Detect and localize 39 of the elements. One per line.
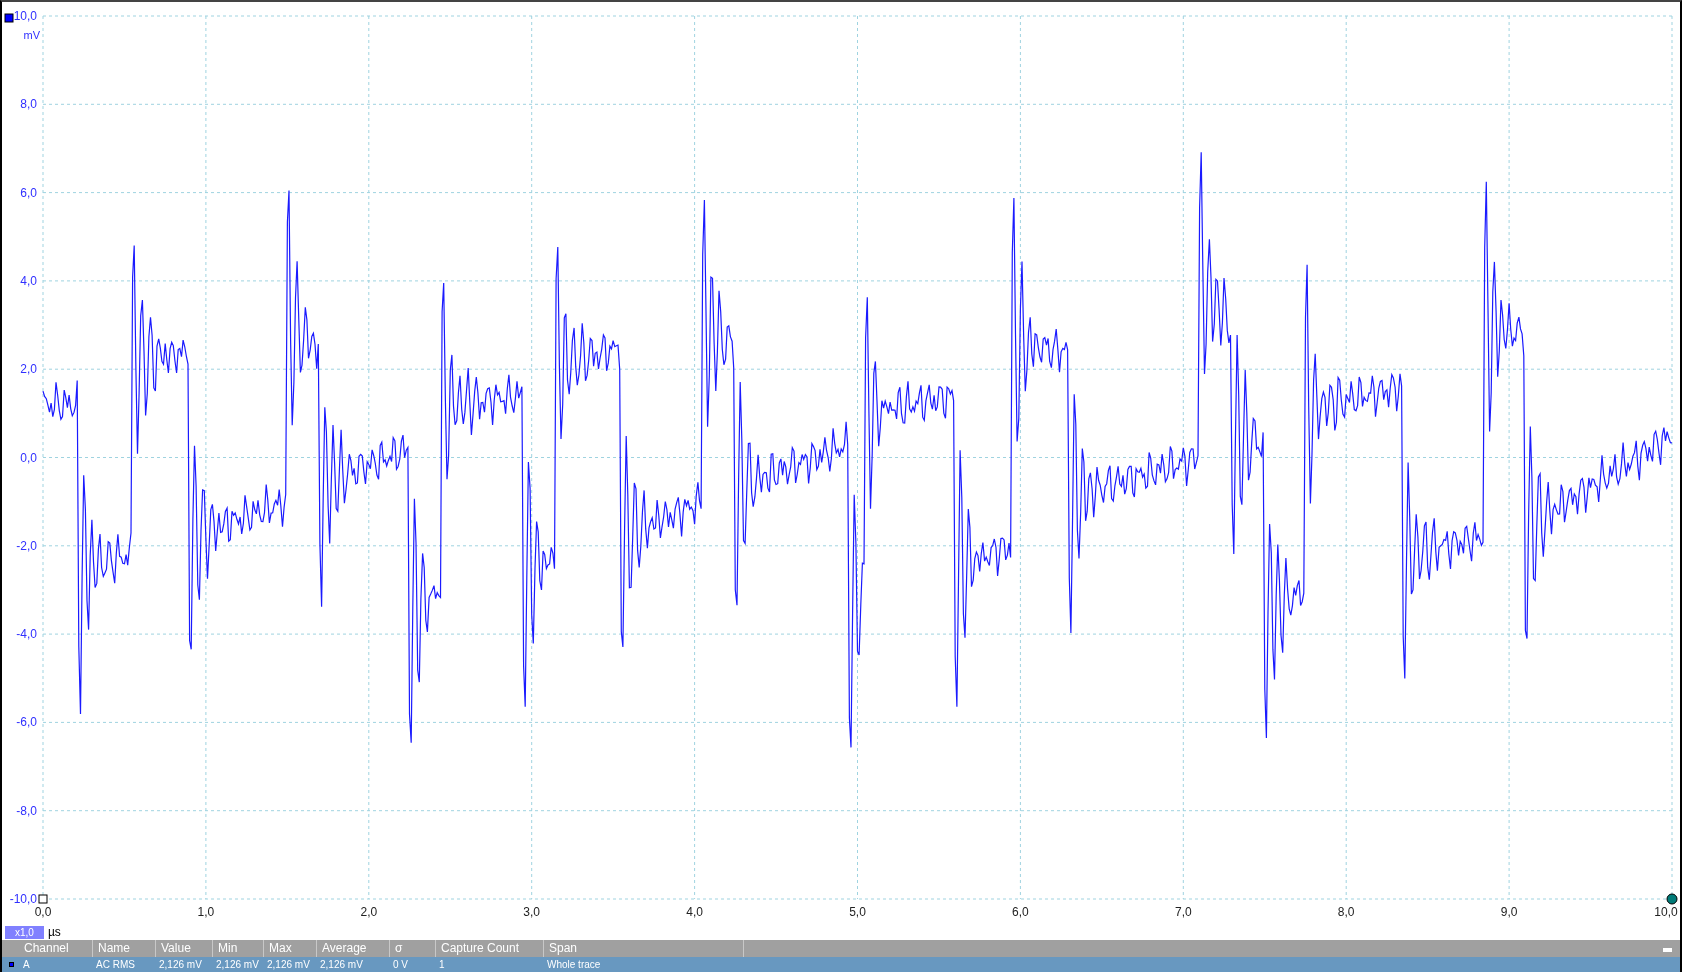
y-axis-label: -2,0 — [16, 538, 37, 553]
table-cell-text: 2,126 mV — [266, 958, 311, 972]
y-axis-label: -6,0 — [16, 715, 37, 730]
channel-marker-icon — [4, 13, 14, 23]
y-axis-label: 6,0 — [20, 185, 37, 200]
y-axis-unit: mV — [23, 28, 40, 42]
x-axis-label: 5,0 — [849, 905, 866, 919]
x-axis-label: 3,0 — [523, 905, 541, 919]
table-cell-text: 2,126 mV — [319, 958, 364, 972]
x-axis-label: 8,0 — [1337, 905, 1355, 919]
y-axis-label: -8,0 — [16, 803, 37, 818]
x-axis-label: 4,0 — [686, 905, 703, 919]
x-axis-label: 0,0 — [34, 905, 52, 919]
x-axis-label: 10,0 — [1654, 905, 1678, 919]
table-cell-text: 2,126 mV — [158, 958, 203, 972]
y-axis-label: -4,0 — [16, 627, 37, 642]
table-cell-text: Whole trace — [546, 958, 602, 972]
y-axis-label: 0,0 — [20, 450, 37, 465]
x-axis-label: 6,0 — [1012, 905, 1029, 919]
x-axis-label: 2,0 — [360, 905, 378, 919]
table-row[interactable]: A AC RMS 2,126 mV 2,126 mV 2,126 mV 2,126 mV 0 V 1 Whole trace — [2, 957, 1680, 972]
x-axis-label: 9,0 — [1500, 905, 1518, 919]
ruler-handle-icon[interactable] — [1666, 893, 1678, 905]
y-axis-label: 2,0 — [20, 362, 37, 377]
table-cell-text: A — [22, 958, 31, 972]
table-cell-text: 1 — [438, 958, 446, 972]
y-axis-label: 4,0 — [20, 273, 37, 288]
trigger-marker-icon[interactable] — [38, 894, 48, 904]
channel-color-icon — [9, 962, 14, 967]
x-axis-unit: µs — [47, 925, 61, 939]
table-cell-text: AC RMS — [95, 958, 136, 972]
zoom-badge[interactable]: x1,0 — [5, 925, 44, 939]
table-cell-text: 2,126 mV — [215, 958, 260, 972]
y-axis-label: 8,0 — [20, 97, 37, 112]
x-axis-label: 1,0 — [197, 905, 215, 919]
y-axis-label: -10,0 — [9, 892, 37, 906]
x-axis-label: 7,0 — [1174, 905, 1192, 919]
y-axis-label: 10,0 — [13, 9, 37, 23]
table-cell-text: 0 V — [392, 958, 409, 972]
